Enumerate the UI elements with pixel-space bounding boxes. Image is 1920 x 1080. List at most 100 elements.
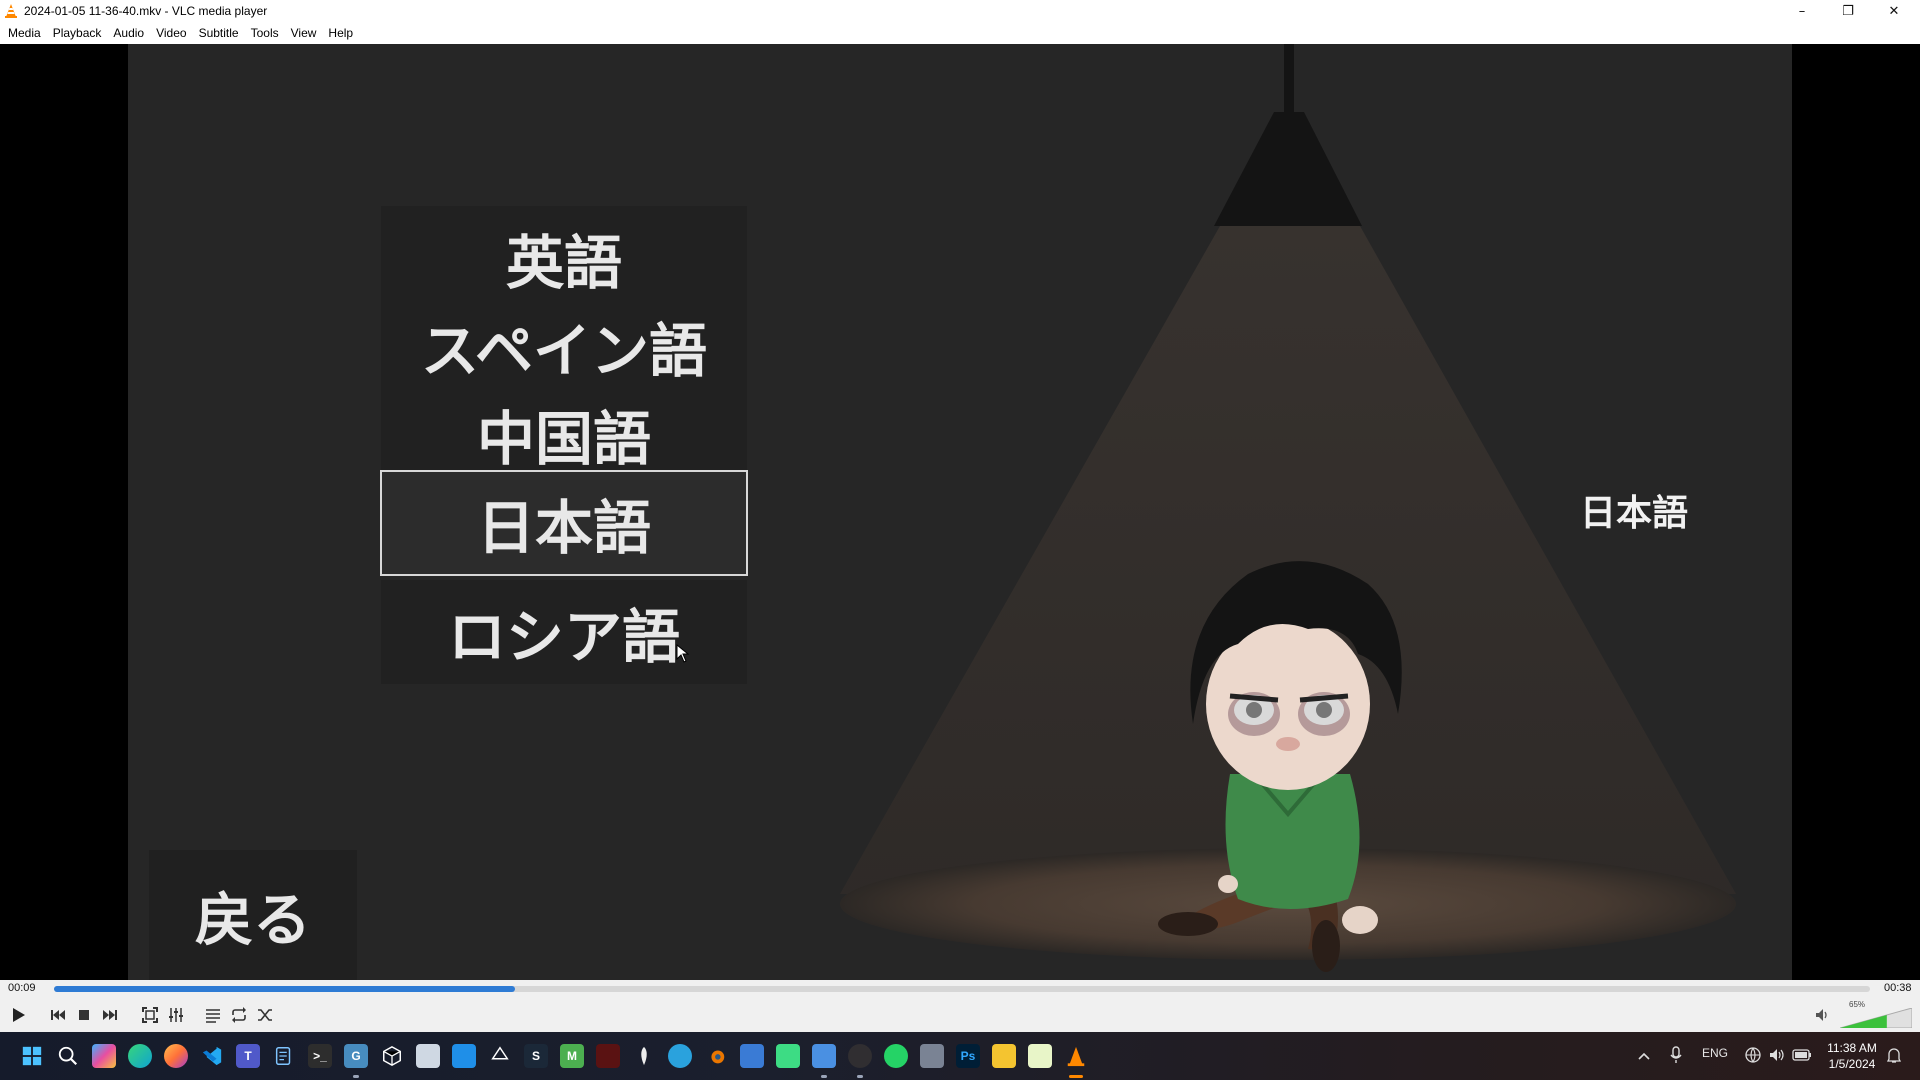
edge-icon xyxy=(128,1044,152,1068)
taskbar-app-notepad[interactable] xyxy=(268,1040,300,1072)
running-indicator xyxy=(353,1075,359,1078)
fullscreen-button[interactable] xyxy=(138,1003,162,1027)
playlist-button[interactable] xyxy=(201,1003,225,1027)
restore-button[interactable]: ❐ xyxy=(1826,0,1870,22)
search-icon xyxy=(56,1044,80,1068)
extended-settings-button[interactable] xyxy=(164,1003,188,1027)
notifications-icon[interactable] xyxy=(1886,1046,1902,1064)
taskbar-app-feather[interactable] xyxy=(628,1040,660,1072)
taskbar-app-minecraft[interactable]: M xyxy=(556,1040,588,1072)
language-option-japanese[interactable]: 日本語 xyxy=(380,470,748,576)
stop-button[interactable] xyxy=(72,1003,96,1027)
current-language-label: 日本語 xyxy=(1580,493,1689,534)
taskbar-app-windows-start[interactable] xyxy=(16,1040,48,1072)
play-button[interactable] xyxy=(6,1003,30,1027)
taskbar-app-spreadsheet[interactable] xyxy=(1024,1040,1056,1072)
running-indicator xyxy=(1069,1075,1083,1078)
taskbar-app-store[interactable] xyxy=(448,1040,480,1072)
close-button[interactable]: ✕ xyxy=(1872,0,1916,22)
taskbar-app-vlc[interactable] xyxy=(1060,1040,1092,1078)
taskbar: T >_ G S M Ps ENG 11:38 AM 1/5/2024 xyxy=(0,1032,1920,1080)
clock[interactable]: 11:38 AM 1/5/2024 xyxy=(1816,1040,1888,1072)
minimize-button[interactable]: – xyxy=(1780,0,1824,22)
elapsed-time: 00:09 xyxy=(8,982,36,994)
taskbar-app-vscode[interactable] xyxy=(196,1040,228,1072)
menu-audio[interactable]: Audio xyxy=(107,22,150,44)
box-3d-icon xyxy=(380,1044,404,1068)
menu-view[interactable]: View xyxy=(285,22,323,44)
volume-slider[interactable] xyxy=(1840,1008,1912,1028)
taskbar-app-obs[interactable] xyxy=(844,1040,876,1078)
menu-subtitle[interactable]: Subtitle xyxy=(193,22,245,44)
taskbar-app-search[interactable] xyxy=(52,1040,84,1072)
taskbar-app-edge[interactable] xyxy=(124,1040,156,1072)
input-language[interactable]: ENG xyxy=(1702,1046,1728,1060)
menu-bar: Media Playback Audio Video Subtitle Tool… xyxy=(0,22,1920,44)
menu-playback[interactable]: Playback xyxy=(47,22,108,44)
telegram-icon xyxy=(668,1044,692,1068)
windows-start-icon xyxy=(20,1044,44,1068)
taskbar-app-pocket[interactable] xyxy=(808,1040,840,1078)
minecraft-icon: M xyxy=(560,1044,584,1068)
lamp-cord xyxy=(1284,44,1294,114)
play-icon xyxy=(13,1008,25,1022)
language-option-russian[interactable]: ロシア語 xyxy=(381,580,747,684)
godot-icon: G xyxy=(344,1044,368,1068)
taskbar-app-firefox[interactable] xyxy=(160,1040,192,1072)
taskbar-app-godot[interactable]: G xyxy=(340,1040,372,1078)
clock-time: 11:38 AM xyxy=(1827,1041,1877,1055)
taskbar-app-teams[interactable]: T xyxy=(232,1040,264,1072)
taskbar-app-box-3d[interactable] xyxy=(376,1040,408,1072)
taskbar-app-android-studio[interactable] xyxy=(772,1040,804,1072)
taskbar-app-terminal[interactable]: >_ xyxy=(304,1040,336,1072)
taskbar-app-blender[interactable] xyxy=(700,1040,732,1072)
taskbar-app-office[interactable] xyxy=(736,1040,768,1072)
menu-tools[interactable]: Tools xyxy=(245,22,285,44)
shuffle-button[interactable] xyxy=(253,1003,277,1027)
back-button[interactable]: 戻る xyxy=(149,850,357,980)
taskbar-app-copilot[interactable] xyxy=(88,1040,120,1072)
shuffle-icon xyxy=(258,1009,272,1021)
unity-icon xyxy=(488,1044,512,1068)
speaker-icon[interactable] xyxy=(1768,1046,1786,1064)
menu-help[interactable]: Help xyxy=(322,22,359,44)
network-icon[interactable] xyxy=(1744,1046,1762,1064)
feather-icon xyxy=(632,1044,656,1068)
battery-icon[interactable] xyxy=(1792,1048,1812,1062)
taskbar-app-file-explorer[interactable] xyxy=(988,1040,1020,1072)
close-icon: ✕ xyxy=(1888,3,1900,19)
fullscreen-icon xyxy=(142,1007,158,1023)
vlc-icon xyxy=(1064,1044,1088,1068)
taskbar-app-game[interactable] xyxy=(592,1040,624,1072)
taskbar-app-whatsapp[interactable] xyxy=(880,1040,912,1072)
loop-button[interactable] xyxy=(227,1003,251,1027)
lamp-shade xyxy=(1214,112,1362,226)
video-frame: 英語 スペイン語 中国語 日本語 ロシア語 戻る 日本語 xyxy=(128,44,1792,980)
microphone-icon[interactable] xyxy=(1668,1046,1684,1064)
obs-icon xyxy=(848,1044,872,1068)
taskbar-app-steam[interactable]: S xyxy=(520,1040,552,1072)
menu-media[interactable]: Media xyxy=(2,22,47,44)
cube-icon xyxy=(416,1044,440,1068)
pocket-icon xyxy=(812,1044,836,1068)
teams-icon: T xyxy=(236,1044,260,1068)
game-scene-art xyxy=(840,44,1736,972)
show-hidden-icons-icon[interactable] xyxy=(1636,1048,1652,1064)
video-area[interactable]: 英語 スペイン語 中国語 日本語 ロシア語 戻る 日本語 xyxy=(0,44,1920,980)
android-studio-icon xyxy=(776,1044,800,1068)
menu-video[interactable]: Video xyxy=(150,22,192,44)
mute-button[interactable] xyxy=(1812,1003,1832,1027)
seek-slider[interactable] xyxy=(54,986,1870,992)
taskbar-app-telegram[interactable] xyxy=(664,1040,696,1072)
blender-icon xyxy=(704,1044,728,1068)
clock-date: 1/5/2024 xyxy=(1828,1057,1876,1071)
previous-button[interactable] xyxy=(46,1003,70,1027)
taskbar-app-cloud[interactable] xyxy=(916,1040,948,1072)
taskbar-app-cube[interactable] xyxy=(412,1040,444,1072)
file-explorer-icon xyxy=(992,1044,1016,1068)
control-bar: 65% xyxy=(0,998,1920,1032)
taskbar-app-unity[interactable] xyxy=(484,1040,516,1072)
taskbar-app-photoshop[interactable]: Ps xyxy=(952,1040,984,1072)
loop-icon xyxy=(232,1007,246,1023)
next-button[interactable] xyxy=(98,1003,122,1027)
